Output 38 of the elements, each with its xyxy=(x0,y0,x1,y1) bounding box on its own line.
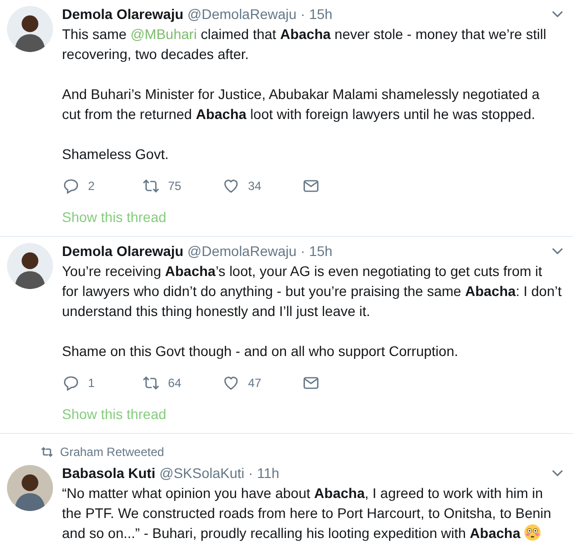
author-name[interactable]: Demola Olarewaju xyxy=(62,6,184,22)
tweet-text: And Buhari’s Minister for Justice, Abubakar Malami shamelessly negotiated a cut from the returned Abacha loot with foreign lawyers until he was stopped. xyxy=(62,85,541,124)
like-count: 34 xyxy=(248,179,262,193)
tweet-time[interactable]: · 15h xyxy=(300,243,332,259)
reply-icon[interactable] xyxy=(62,177,80,195)
retweet-icon xyxy=(40,445,54,459)
reply-icon[interactable] xyxy=(62,374,80,392)
heart-icon[interactable] xyxy=(222,177,240,195)
tweet-text: “No matter what opinion you have about Abacha, I agreed to work with him in the PTF. We constructed roads from here to Port Harcourt, to Onitsha, to Benin and so on...” - Buhari, proudly recalling his looting expedition with Abacha xyxy=(62,484,552,543)
avatar[interactable] xyxy=(7,465,53,511)
chevron-down-icon[interactable] xyxy=(551,10,564,18)
avatar[interactable] xyxy=(7,6,53,52)
reply-count: 1 xyxy=(88,376,95,390)
like-count: 47 xyxy=(248,376,262,390)
retweet-icon[interactable] xyxy=(142,374,160,392)
author-handle[interactable]: @DemolaRewaju xyxy=(187,6,297,22)
avatar[interactable] xyxy=(7,243,53,289)
chevron-down-icon[interactable] xyxy=(551,469,564,477)
flushed-face-icon xyxy=(524,524,542,541)
author-handle[interactable]: @DemolaRewaju xyxy=(187,243,297,259)
retweet-count: 64 xyxy=(168,376,182,390)
retweet-label: Graham Retweeted xyxy=(60,445,164,459)
chevron-down-icon[interactable] xyxy=(551,247,564,255)
author-name[interactable]: Babasola Kuti xyxy=(62,465,156,481)
heart-icon[interactable] xyxy=(222,374,240,392)
reply-count: 2 xyxy=(88,179,95,193)
retweet-icon[interactable] xyxy=(142,177,160,195)
author-handle[interactable]: @SKSolaKuti xyxy=(159,465,244,481)
envelope-icon[interactable] xyxy=(302,177,320,195)
tweet-text: Shame on this Govt though - and on all who support Corruption. xyxy=(62,342,460,361)
author-name[interactable]: Demola Olarewaju xyxy=(62,243,184,259)
tweet-text: You’re receiving Abacha’s loot, your AG is even negotiating to get cuts from it for lawyers who didn’t do anything - but you’re praising the same Abacha: I don’t understand this thing honestly and I’ll just leave it. xyxy=(62,262,562,321)
envelope-icon[interactable] xyxy=(302,374,320,392)
retweet-count: 75 xyxy=(168,179,182,193)
tweet-time[interactable]: · 15h xyxy=(300,6,332,22)
tweet-text: Shameless Govt. xyxy=(62,145,170,164)
tweet-text: This same @MBuhari claimed that Abacha never stole - money that we’re still recovering, two decades after. xyxy=(62,25,548,64)
tweet-time[interactable]: · 11h xyxy=(248,465,280,481)
